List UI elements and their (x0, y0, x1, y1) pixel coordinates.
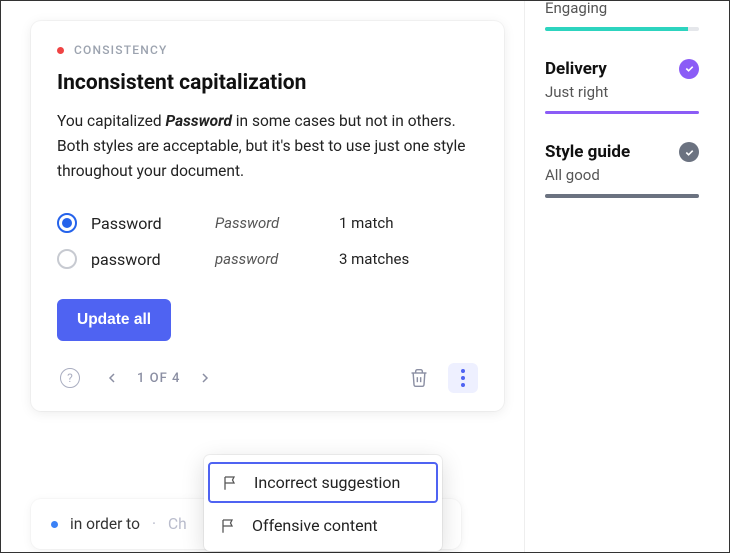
stub-trailing: Ch (168, 515, 187, 533)
body-text-pre: You capitalized (57, 112, 165, 130)
help-button[interactable]: ? (57, 365, 83, 391)
check-icon (679, 142, 699, 162)
metric-sub: Just right (545, 83, 699, 101)
bar-fill-icon (545, 194, 699, 198)
flag-icon (222, 474, 240, 492)
metric-bar (545, 194, 699, 198)
update-all-button[interactable]: Update all (57, 299, 171, 341)
stub-text: in order to (70, 515, 140, 533)
menu-item-incorrect-suggestion[interactable]: Incorrect suggestion (208, 462, 438, 503)
suggestion-title: Inconsistent capitalization (57, 71, 478, 95)
kebab-dot-icon (461, 383, 465, 387)
option-row[interactable]: Password Password 1 match (57, 205, 478, 241)
card-footer: ? 1 OF 4 (57, 363, 478, 393)
suggestion-body: You capitalized Password in some cases b… (57, 109, 478, 183)
stub-separator: · (152, 515, 156, 533)
bar-fill-icon (545, 111, 699, 115)
metric-bar (545, 27, 699, 31)
prev-button[interactable] (99, 365, 125, 391)
chevron-right-icon (197, 370, 213, 386)
suggestion-card: CONSISTENCY Inconsistent capitalization … (31, 21, 504, 411)
radio-unselected-icon[interactable] (57, 249, 77, 269)
trash-icon (409, 368, 429, 388)
check-icon (679, 59, 699, 79)
metric-title: Delivery (545, 59, 607, 79)
menu-item-label: Offensive content (252, 516, 378, 535)
metric-delivery[interactable]: Delivery Just right (545, 59, 699, 115)
option-preview: Password (215, 214, 325, 232)
pager-counter: 1 OF 4 (137, 371, 180, 386)
more-menu-button[interactable] (448, 363, 478, 393)
metric-sub: All good (545, 166, 699, 184)
radio-selected-icon[interactable] (57, 213, 77, 233)
body-emphasis: Password (165, 112, 231, 130)
metric-title: Style guide (545, 142, 630, 162)
feedback-menu: Incorrect suggestion Offensive content (204, 455, 442, 551)
metric-bar (545, 111, 699, 115)
flag-icon (220, 517, 238, 535)
metric-sub: Engaging (545, 0, 699, 17)
metric-engaging: Engaging (545, 0, 699, 31)
menu-item-offensive-content[interactable]: Offensive content (204, 505, 442, 546)
category-dot-icon (51, 521, 58, 528)
option-preview: password (215, 250, 325, 268)
option-count: 1 match (339, 214, 394, 232)
option-label: Password (91, 214, 201, 233)
kebab-dot-icon (461, 369, 465, 373)
options-list: Password Password 1 match password passw… (57, 205, 478, 277)
metric-style-guide[interactable]: Style guide All good (545, 142, 699, 198)
chevron-left-icon (104, 370, 120, 386)
option-label: password (91, 250, 201, 269)
pager: 1 OF 4 (99, 365, 218, 391)
help-icon: ? (60, 368, 80, 388)
category-row: CONSISTENCY (57, 43, 478, 57)
delete-button[interactable] (406, 365, 432, 391)
menu-item-label: Incorrect suggestion (254, 473, 400, 492)
bar-fill-icon (545, 27, 688, 31)
option-count: 3 matches (339, 250, 409, 268)
kebab-dot-icon (461, 376, 465, 380)
category-label: CONSISTENCY (74, 43, 168, 57)
next-button[interactable] (192, 365, 218, 391)
category-dot-icon (57, 47, 64, 54)
option-row[interactable]: password password 3 matches (57, 241, 478, 277)
sidebar: Engaging Delivery Just right Style guide… (524, 1, 729, 552)
